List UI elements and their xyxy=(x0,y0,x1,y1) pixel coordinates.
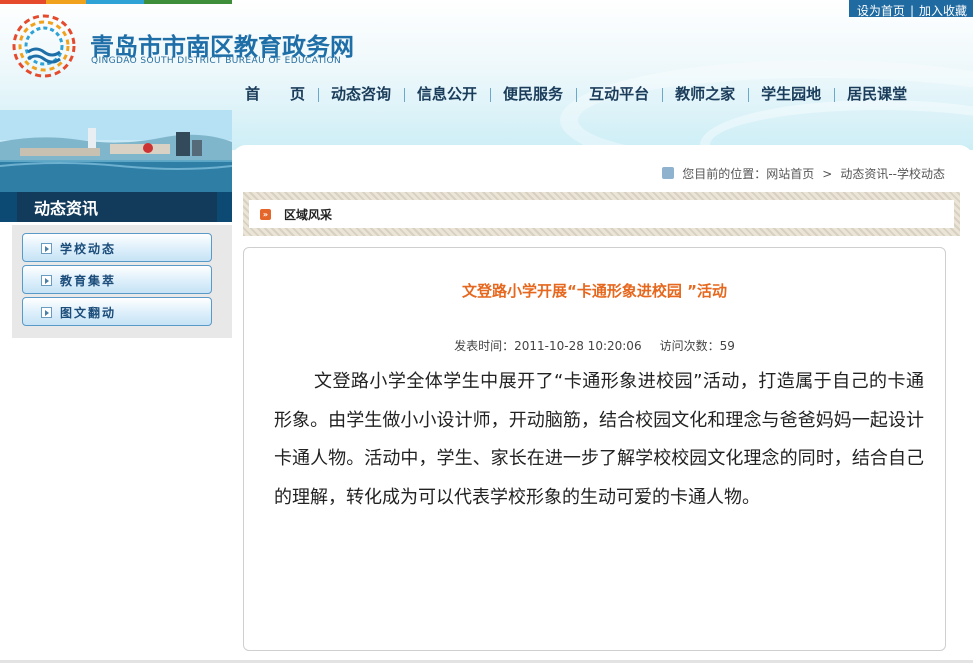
nav-item-news[interactable]: 动态咨询 xyxy=(318,80,404,110)
article-body: 文登路小学全体学生中展开了“卡通形象进校园”活动，打造属于自己的卡通形象。由学生… xyxy=(274,371,924,508)
play-arrow-icon xyxy=(41,243,52,254)
sidebar-item-photo-slides[interactable]: 图文翻动 xyxy=(22,297,212,326)
nav-item-info-disclosure[interactable]: 信息公开 xyxy=(404,80,490,110)
section-header: » 区域风采 xyxy=(243,192,960,236)
main-nav: 首 页 动态咨询 信息公开 便民服务 互动平台 教师之家 学生园地 居民课堂 xyxy=(232,80,920,110)
nav-item-residents[interactable]: 居民课堂 xyxy=(834,80,920,110)
sidebar: 学校动态 教育集萃 图文翻动 xyxy=(12,225,232,338)
play-arrow-icon xyxy=(41,307,52,318)
set-homepage-link[interactable]: 设为首页 xyxy=(857,4,905,18)
nav-item-students[interactable]: 学生园地 xyxy=(748,80,834,110)
city-photo xyxy=(0,110,232,192)
top-link-separator: | xyxy=(909,4,914,18)
play-arrow-icon xyxy=(41,275,52,286)
top-links: 设为首页 | 加入收藏 xyxy=(848,0,973,18)
article-meta: 发表时间：2011-10-28 10:20:06 访问次数：59 xyxy=(244,337,945,354)
article-panel: 文登路小学开展“卡通形象进校园 ”活动 发表时间：2011-10-28 10:2… xyxy=(243,247,946,651)
section-label: 区域风采 xyxy=(284,208,333,222)
publish-time: 发表时间：2011-10-28 10:20:06 xyxy=(454,339,642,353)
nav-item-interaction[interactable]: 互动平台 xyxy=(576,80,662,110)
add-favorite-link[interactable]: 加入收藏 xyxy=(919,4,967,18)
view-count: 访问次数：59 xyxy=(659,339,735,353)
color-stripe xyxy=(0,0,232,4)
logo-icon xyxy=(12,14,76,78)
sidebar-item-label: 学校动态 xyxy=(60,242,117,256)
double-arrow-icon: » xyxy=(260,209,271,220)
breadcrumb: 您目前的位置：网站首页 > 动态资讯--学校动态 xyxy=(662,165,945,182)
breadcrumb-prefix[interactable]: 您目前的位置：网站首页 xyxy=(682,167,814,181)
site-subtitle: QINGDAO SOUTH DISTRICT BUREAU OF EDUCATI… xyxy=(91,56,342,66)
breadcrumb-current[interactable]: 动态资讯--学校动态 xyxy=(840,167,945,181)
nav-item-teachers[interactable]: 教师之家 xyxy=(662,80,748,110)
article-title: 文登路小学开展“卡通形象进校园 ”活动 xyxy=(462,282,727,300)
location-icon xyxy=(662,167,675,179)
nav-item-public-service[interactable]: 便民服务 xyxy=(490,80,576,110)
nav-item-home[interactable]: 首 页 xyxy=(232,80,318,110)
sidebar-item-school-news[interactable]: 学校动态 xyxy=(22,233,212,262)
sidebar-item-label: 教育集萃 xyxy=(60,274,117,288)
sidebar-item-education-highlights[interactable]: 教育集萃 xyxy=(22,265,212,294)
city-skyline-image xyxy=(0,110,232,192)
breadcrumb-arrow: > xyxy=(822,167,833,181)
sidebar-item-label: 图文翻动 xyxy=(60,306,117,320)
sidebar-section-title: 动态资讯 xyxy=(34,199,99,218)
